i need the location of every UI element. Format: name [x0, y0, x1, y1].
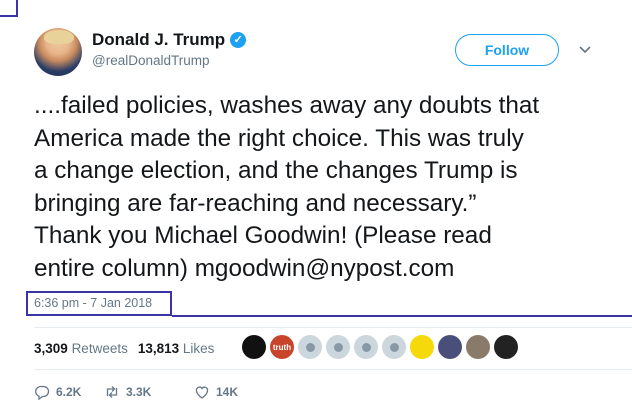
annotation-frame-line — [172, 315, 632, 317]
liker-avatar[interactable] — [298, 335, 322, 359]
likes-stat[interactable]: 13,813 Likes — [138, 341, 215, 356]
author-name[interactable]: Donald J. Trump — [92, 30, 225, 50]
engagement-stats: 3,309 Retweets 13,813 Likes — [34, 341, 214, 356]
reply-action[interactable]: 6.2K — [34, 384, 104, 400]
tweet-text: ....failed policies, washes away any dou… — [34, 92, 540, 282]
retweets-stat[interactable]: 3,309 Retweets — [34, 341, 128, 356]
liker-avatar[interactable] — [494, 335, 518, 359]
like-count: 14K — [216, 385, 239, 399]
liker-avatar[interactable] — [382, 335, 406, 359]
retweet-icon — [106, 386, 118, 398]
verified-badge-icon: ✓ — [230, 32, 247, 48]
liker-avatar[interactable]: truth — [270, 335, 294, 359]
author-name-row[interactable]: Donald J. Trump ✓ — [92, 30, 247, 50]
retweet-count: 3.3K — [126, 385, 152, 399]
annotation-frame-corner — [0, 0, 18, 17]
tweet-timestamp[interactable]: 6:36 pm - 7 Jan 2018 — [34, 296, 152, 310]
likers-avatars: truth — [242, 335, 518, 359]
liker-avatar[interactable] — [410, 335, 434, 359]
divider — [34, 369, 632, 370]
follow-button[interactable]: Follow — [455, 34, 559, 66]
heart-icon — [195, 386, 209, 399]
liker-avatar[interactable] — [466, 335, 490, 359]
divider — [34, 327, 632, 328]
avatar[interactable] — [34, 28, 82, 76]
retweet-action[interactable]: 3.3K — [104, 384, 194, 400]
author-handle[interactable]: @realDonaldTrump — [92, 53, 246, 68]
tweet-actions: 6.2K 3.3K 14K — [34, 384, 238, 400]
author-block: Donald J. Trump ✓ @realDonaldTrump — [92, 30, 247, 68]
liker-avatar[interactable] — [438, 335, 462, 359]
chevron-down-icon[interactable] — [578, 42, 592, 56]
liker-avatar[interactable] — [354, 335, 378, 359]
liker-avatar[interactable] — [242, 335, 266, 359]
reply-count: 6.2K — [56, 385, 82, 399]
like-action[interactable]: 14K — [194, 384, 238, 400]
reply-icon — [35, 385, 50, 400]
liker-avatar[interactable] — [326, 335, 350, 359]
